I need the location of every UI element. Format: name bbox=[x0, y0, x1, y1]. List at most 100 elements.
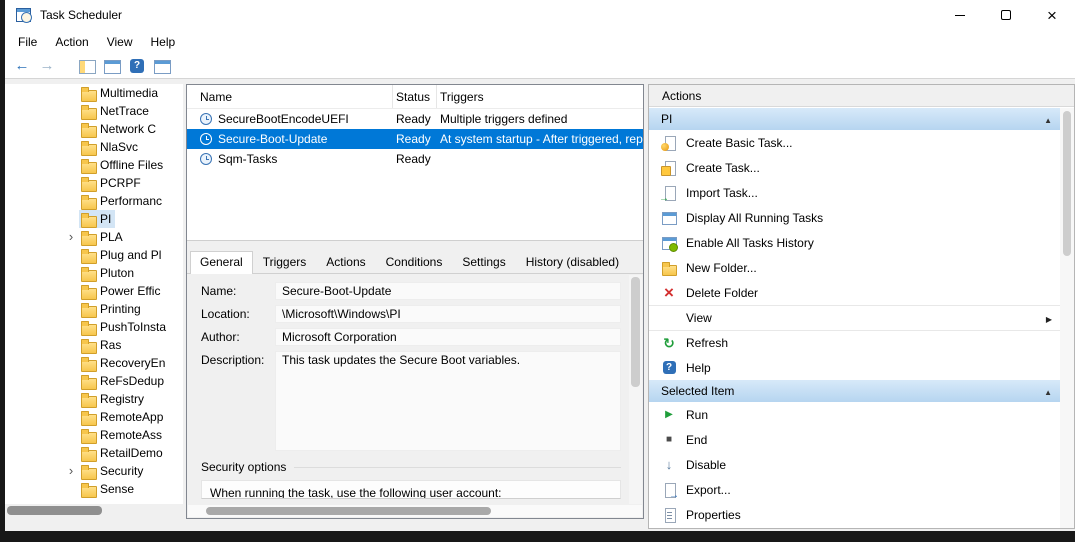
show-console-tree-icon[interactable] bbox=[78, 57, 96, 75]
details-horizontal-scrollbar[interactable] bbox=[188, 505, 642, 517]
tree-item-content: Network C bbox=[79, 120, 160, 138]
tree-item-offline-files[interactable]: Offline Files bbox=[5, 156, 183, 174]
action-label: Display All Running Tasks bbox=[686, 211, 1052, 225]
collapse-icon[interactable] bbox=[1044, 112, 1052, 126]
action-view[interactable]: View bbox=[649, 305, 1060, 330]
action-create-basic-task[interactable]: Create Basic Task... bbox=[649, 130, 1060, 155]
close-icon bbox=[1047, 7, 1057, 24]
tab-triggers[interactable]: Triggers bbox=[253, 251, 317, 273]
action-refresh[interactable]: Refresh bbox=[649, 330, 1060, 355]
back-icon[interactable] bbox=[13, 57, 31, 75]
tree-item-multimedia[interactable]: Multimedia bbox=[5, 84, 183, 102]
task-row-secure-boot-update[interactable]: Secure-Boot-Update Ready At system start… bbox=[187, 129, 643, 149]
action-delete-folder[interactable]: Delete Folder bbox=[649, 280, 1060, 305]
scrollbar-thumb[interactable] bbox=[7, 506, 102, 515]
tree-item-pi[interactable]: PI bbox=[5, 210, 183, 228]
tree-item-pla[interactable]: PLA bbox=[5, 228, 183, 246]
description-value-field[interactable]: This task updates the Secure Boot variab… bbox=[275, 351, 621, 451]
menu-file[interactable]: File bbox=[9, 33, 46, 51]
maximize-button[interactable] bbox=[983, 0, 1029, 30]
tree-item-performance[interactable]: Performanc bbox=[5, 192, 183, 210]
column-header-name[interactable]: Name bbox=[187, 85, 393, 108]
menu-view[interactable]: View bbox=[98, 33, 142, 51]
import-task-icon bbox=[661, 185, 677, 201]
tree-item-remoteapp[interactable]: RemoteApp bbox=[5, 408, 183, 426]
tree-item-registry[interactable]: Registry bbox=[5, 390, 183, 408]
folder-icon bbox=[81, 285, 95, 298]
display-running-tasks-icon bbox=[661, 210, 677, 226]
action-properties[interactable]: Properties bbox=[649, 502, 1060, 527]
minimize-icon bbox=[955, 15, 965, 16]
tree-item-plug-and-play[interactable]: Plug and Pl bbox=[5, 246, 183, 264]
tree-item-remoteassistance[interactable]: RemoteAss bbox=[5, 426, 183, 444]
column-header-status[interactable]: Status bbox=[393, 85, 437, 108]
minimize-button[interactable] bbox=[937, 0, 983, 30]
actions-group-header-selected-item[interactable]: Selected Item bbox=[649, 380, 1060, 402]
action-help[interactable]: Help bbox=[649, 355, 1060, 380]
task-triggers-cell: At system startup - After triggered, rep bbox=[437, 132, 643, 146]
tab-actions[interactable]: Actions bbox=[316, 251, 375, 273]
name-value-field[interactable]: Secure-Boot-Update bbox=[275, 282, 621, 300]
action-end[interactable]: End bbox=[649, 427, 1060, 452]
collapse-icon[interactable] bbox=[1044, 384, 1052, 398]
tree-item-label: Network C bbox=[100, 122, 156, 136]
help-icon[interactable] bbox=[128, 57, 146, 75]
tree-item-printing[interactable]: Printing bbox=[5, 300, 183, 318]
tree-item-retaildemo[interactable]: RetailDemo bbox=[5, 444, 183, 462]
menu-action[interactable]: Action bbox=[46, 33, 97, 51]
action-display-all-running-tasks[interactable]: Display All Running Tasks bbox=[649, 205, 1060, 230]
close-button[interactable] bbox=[1029, 0, 1075, 30]
tree-item-pcrpf[interactable]: PCRPF bbox=[5, 174, 183, 192]
show-action-pane-icon[interactable] bbox=[153, 57, 171, 75]
tree-item-nlasvc[interactable]: NlaSvc bbox=[5, 138, 183, 156]
scrollbar-thumb[interactable] bbox=[206, 507, 491, 515]
tree-item-security[interactable]: Security bbox=[5, 462, 183, 480]
scrollbar-thumb[interactable] bbox=[1063, 111, 1071, 256]
tree-item-recoveryenvironment[interactable]: RecoveryEn bbox=[5, 354, 183, 372]
tree-horizontal-scrollbar[interactable] bbox=[5, 504, 183, 517]
tree-item-sense[interactable]: Sense bbox=[5, 480, 183, 498]
author-value-field[interactable]: Microsoft Corporation bbox=[275, 328, 621, 346]
action-enable-all-tasks-history[interactable]: Enable All Tasks History bbox=[649, 230, 1060, 255]
task-row-sqm-tasks[interactable]: Sqm-Tasks Ready bbox=[187, 149, 643, 169]
tab-settings[interactable]: Settings bbox=[452, 251, 515, 273]
security-account-text: When running the task, use the following… bbox=[201, 480, 621, 499]
menu-help[interactable]: Help bbox=[142, 33, 185, 51]
tree-item-refsdedupsvc[interactable]: ReFsDedup bbox=[5, 372, 183, 390]
action-run[interactable]: Run bbox=[649, 402, 1060, 427]
action-disable[interactable]: Disable bbox=[649, 452, 1060, 477]
tree-item-content: RemoteAss bbox=[79, 426, 166, 444]
list-view-icon[interactable] bbox=[103, 57, 121, 75]
column-header-triggers[interactable]: Triggers bbox=[437, 85, 643, 108]
tree-item-label: Registry bbox=[100, 392, 144, 406]
task-row-securebootencodeuefi[interactable]: SecureBootEncodeUEFI Ready Multiple trig… bbox=[187, 109, 643, 129]
tree-item-ras[interactable]: Ras bbox=[5, 336, 183, 354]
tree-item-pluton[interactable]: Pluton bbox=[5, 264, 183, 282]
action-new-folder[interactable]: New Folder... bbox=[649, 255, 1060, 280]
tree-item-content: Performanc bbox=[79, 192, 166, 210]
expand-chevron-icon[interactable] bbox=[63, 229, 79, 245]
details-vertical-scrollbar[interactable] bbox=[629, 275, 642, 504]
location-value-field[interactable]: \Microsoft\Windows\PI bbox=[275, 305, 621, 323]
task-name: SecureBootEncodeUEFI bbox=[218, 112, 349, 126]
folder-icon bbox=[81, 303, 95, 316]
task-name: Sqm-Tasks bbox=[218, 152, 277, 166]
tab-general[interactable]: General bbox=[190, 251, 253, 274]
scrollbar-thumb[interactable] bbox=[631, 277, 640, 387]
expand-chevron-icon[interactable] bbox=[63, 463, 79, 479]
action-export[interactable]: Export... bbox=[649, 477, 1060, 502]
action-import-task[interactable]: Import Task... bbox=[649, 180, 1060, 205]
action-create-task[interactable]: Create Task... bbox=[649, 155, 1060, 180]
tab-history[interactable]: History (disabled) bbox=[516, 251, 629, 273]
forward-icon[interactable] bbox=[38, 57, 56, 75]
tree-item-content: Printing bbox=[79, 300, 145, 318]
tree-item-nettrace[interactable]: NetTrace bbox=[5, 102, 183, 120]
group-header-label: Selected Item bbox=[661, 384, 1044, 398]
tab-conditions[interactable]: Conditions bbox=[376, 251, 453, 273]
tree-item-power-efficiency[interactable]: Power Effic bbox=[5, 282, 183, 300]
actions-vertical-scrollbar[interactable] bbox=[1060, 108, 1074, 528]
actions-group-header-pi[interactable]: PI bbox=[649, 108, 1060, 130]
tree-item-network-c[interactable]: Network C bbox=[5, 120, 183, 138]
tree-item-label: RemoteAss bbox=[100, 428, 162, 442]
tree-item-pushtoinstall[interactable]: PushToInsta bbox=[5, 318, 183, 336]
